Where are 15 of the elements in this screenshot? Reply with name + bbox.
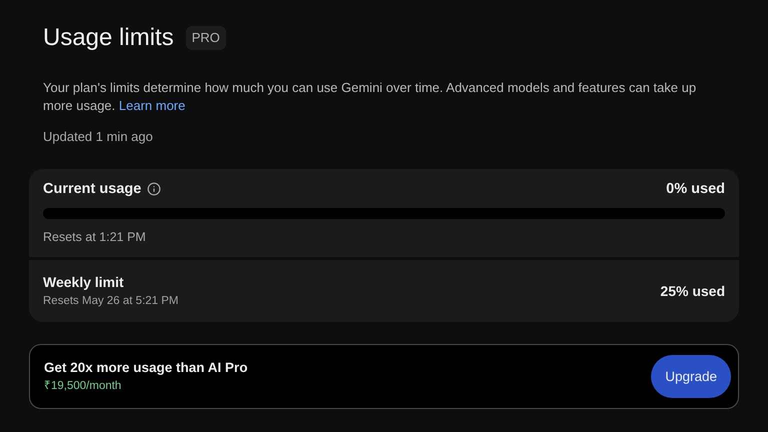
price-text: ₹19,500/month	[44, 379, 122, 394]
reset-time: Resets May 26 at 5:21 PM	[43, 294, 179, 309]
page-title: Usage limits	[43, 23, 174, 53]
usage-reading: 25% used	[660, 282, 725, 301]
info-icon[interactable]	[147, 182, 162, 196]
upgrade-button[interactable]: Upgrade	[651, 355, 731, 398]
updated-text: Updated 1 min ago	[42, 128, 154, 146]
limit-title: Weekly limit	[43, 273, 124, 292]
limit-title: Current usage	[43, 180, 142, 198]
usage-reading: 0% used	[666, 180, 725, 198]
description-text: Your plan's limits determine how much you can use Gemini over time. Advanced models and features can take up more usage. Learn more	[42, 79, 698, 115]
reset-time: Resets at 1:21 PM	[43, 229, 146, 246]
upgrade-headline: Get 20x more usage than AI Pro	[44, 359, 248, 377]
plan-badge: PRO	[186, 26, 226, 50]
learn-more-link[interactable]: Learn more	[118, 98, 186, 113]
